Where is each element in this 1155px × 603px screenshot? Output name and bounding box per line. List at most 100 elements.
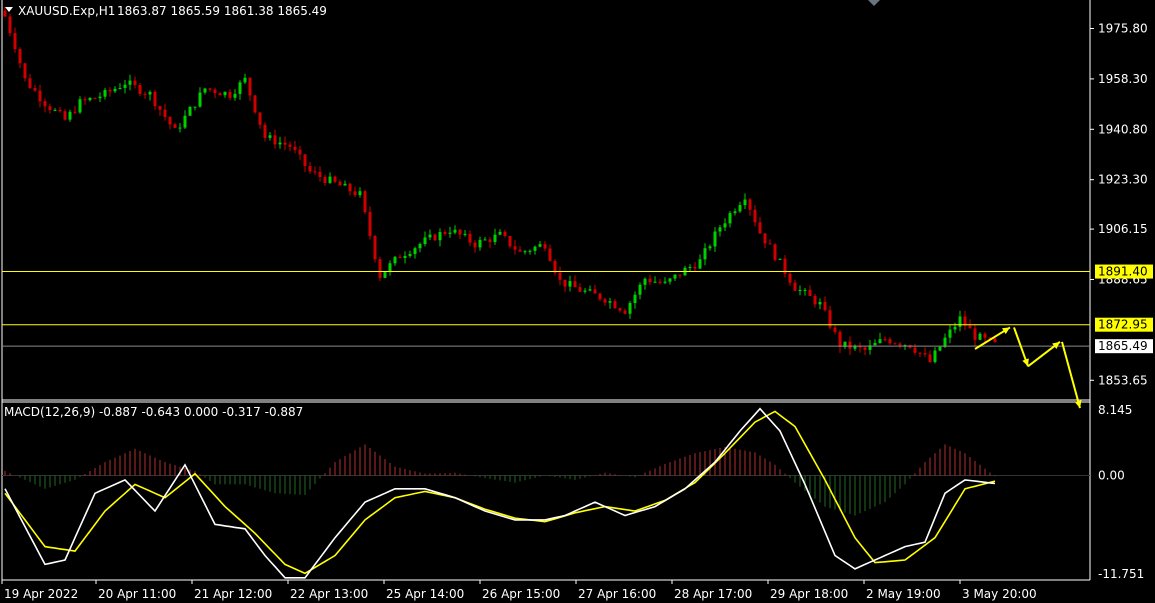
- candle-body: [963, 316, 967, 326]
- candle-body: [933, 350, 937, 362]
- candle-body: [103, 89, 107, 97]
- candle-body: [703, 248, 707, 260]
- candle-body: [108, 89, 112, 92]
- candle-body: [543, 244, 547, 249]
- candle-body: [213, 89, 217, 94]
- price-tick-label: 1940.80: [1098, 122, 1148, 136]
- candle-body: [603, 299, 607, 303]
- candle-body: [513, 246, 517, 250]
- candle-body: [343, 183, 347, 186]
- candle-body: [838, 331, 842, 348]
- candle-body: [38, 90, 42, 102]
- candle-body: [373, 236, 377, 260]
- candle-body: [23, 63, 27, 79]
- candle-body: [383, 272, 387, 278]
- candle-body: [348, 183, 352, 192]
- candle-body: [773, 244, 777, 260]
- candle-body: [708, 246, 712, 249]
- candle-body: [503, 231, 507, 237]
- candle-body: [923, 353, 927, 355]
- candle-body: [893, 343, 897, 345]
- candle-body: [778, 258, 782, 260]
- candle-body: [248, 77, 252, 96]
- candle-body: [353, 191, 357, 196]
- candle-body: [203, 88, 207, 93]
- candle-body: [113, 88, 117, 92]
- candle-body: [993, 338, 997, 342]
- horizontal-levels[interactable]: [2, 271, 1090, 347]
- candle-body: [648, 278, 652, 283]
- candle-body: [368, 212, 372, 237]
- candle-body: [263, 124, 267, 138]
- projection-arrows: [974, 326, 1082, 409]
- time-tick-label: 27 Apr 16:00: [578, 587, 656, 601]
- candle-body: [278, 142, 282, 145]
- candle-body: [293, 146, 297, 150]
- candle-body: [538, 244, 542, 247]
- candle-body: [228, 91, 232, 98]
- candle-body: [948, 329, 952, 338]
- candle-body: [588, 289, 592, 291]
- candle-body: [463, 233, 467, 235]
- candle-body: [403, 255, 407, 258]
- candle-body: [563, 279, 567, 287]
- candle-body: [83, 99, 87, 101]
- current-price-label: 1865.49: [1098, 339, 1148, 353]
- candle-body: [433, 234, 437, 241]
- candle-body: [723, 223, 727, 228]
- price-tick-label: 1853.65: [1098, 373, 1148, 387]
- candle-body: [68, 111, 72, 120]
- candle-body: [848, 341, 852, 349]
- candle-body: [523, 251, 527, 253]
- time-tick-label: 2 May 19:00: [866, 587, 941, 601]
- macd-signal-line: [4, 410, 996, 575]
- shift-marker-icon[interactable]: [868, 0, 880, 6]
- symbol-title: XAUUSD.Exp,H1: [18, 4, 115, 18]
- candle-body: [493, 234, 497, 243]
- candle-body: [768, 243, 772, 245]
- candle-body: [688, 266, 692, 268]
- candle-body: [18, 49, 22, 64]
- candle-body: [478, 239, 482, 248]
- candle-body: [638, 284, 642, 295]
- candle-body: [873, 342, 877, 346]
- candle-body: [633, 294, 637, 304]
- candle-body: [833, 327, 837, 332]
- candle-body: [88, 97, 92, 101]
- candle-body: [93, 97, 97, 99]
- candle-body: [398, 256, 402, 258]
- candle-body: [118, 87, 122, 89]
- candle-body: [788, 273, 792, 283]
- candle-body: [593, 289, 597, 294]
- candle-body: [693, 266, 697, 269]
- candle-body: [158, 106, 162, 110]
- candle-body: [823, 302, 827, 311]
- level-price-label: 1872.95: [1098, 318, 1148, 332]
- candle-body: [318, 171, 322, 178]
- candle-body: [198, 92, 202, 107]
- candle-body: [378, 259, 382, 278]
- candle-body: [13, 33, 17, 50]
- candle-body: [938, 346, 942, 351]
- candle-body: [193, 106, 197, 108]
- candle-body: [313, 171, 317, 173]
- candle-body: [268, 135, 272, 138]
- candle-body: [748, 199, 752, 210]
- candle-body: [698, 259, 702, 269]
- candlestick-series: [3, 7, 997, 364]
- candle-body: [668, 278, 672, 282]
- macd-tick-label: -11.751: [1098, 567, 1144, 581]
- candle-body: [818, 302, 822, 305]
- candle-body: [738, 205, 742, 212]
- price-tick-label: 1958.30: [1098, 72, 1148, 86]
- candle-body: [658, 281, 662, 283]
- candle-body: [393, 256, 397, 264]
- candle-body: [533, 246, 537, 251]
- candle-body: [453, 229, 457, 233]
- macd-lines: [4, 407, 996, 579]
- time-tick-label: 3 May 20:00: [962, 587, 1037, 601]
- candle-body: [123, 84, 127, 88]
- candle-body: [58, 109, 62, 112]
- trading-chart[interactable]: 1975.801958.301940.801923.301906.151888.…: [0, 0, 1155, 603]
- candle-body: [328, 176, 332, 183]
